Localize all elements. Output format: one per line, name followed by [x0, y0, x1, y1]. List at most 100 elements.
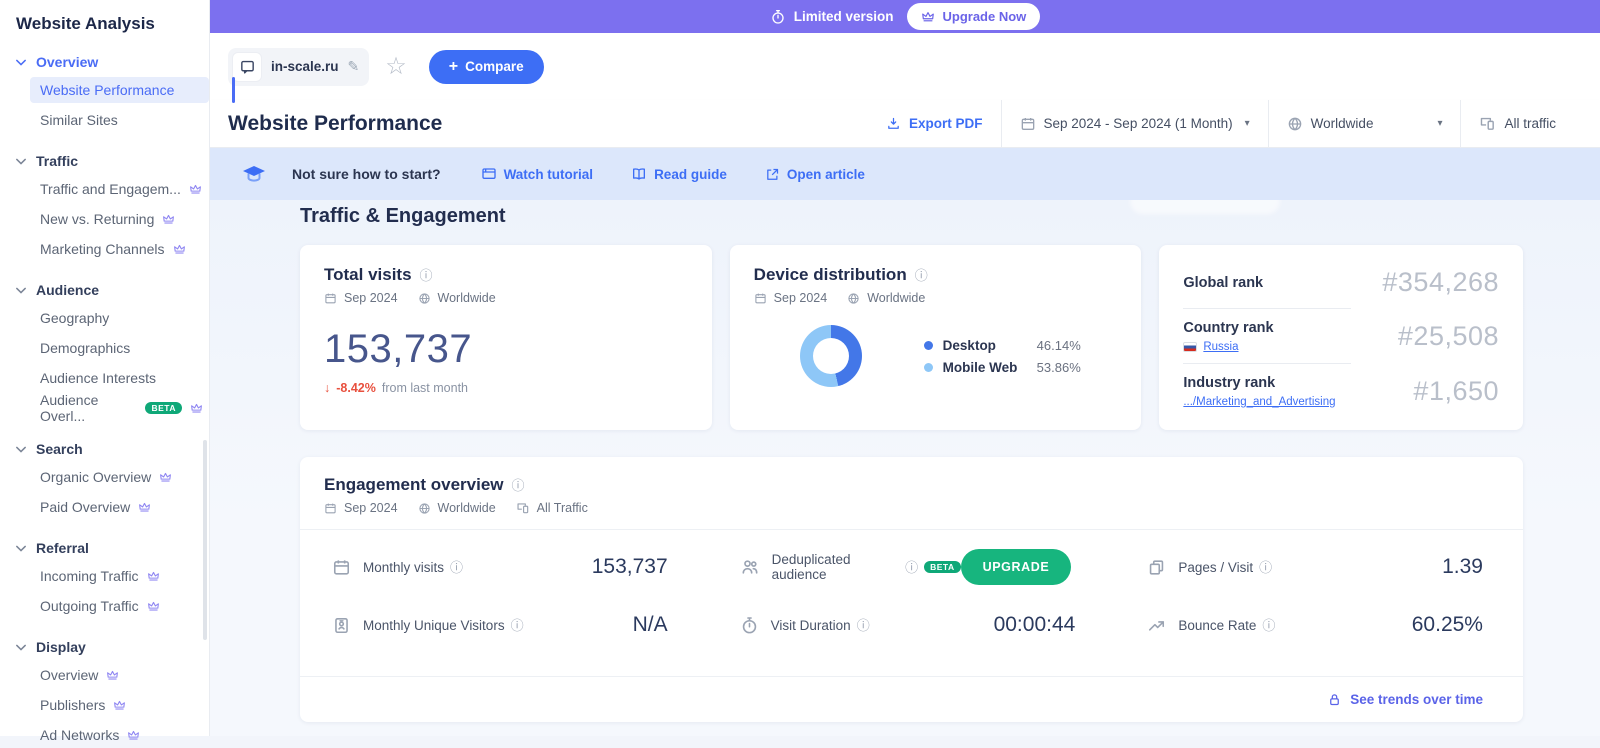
- chevron-down-icon: [16, 545, 26, 552]
- pages-per-visit-value: 1.39: [1442, 555, 1483, 579]
- read-guide-label: Read guide: [654, 167, 727, 182]
- info-icon[interactable]: ⓘ: [450, 561, 463, 574]
- sidebar-section-header-referral[interactable]: Referral: [0, 537, 209, 559]
- sidebar-item-label: Ad Networks: [40, 727, 119, 743]
- sidebar-item-label: Incoming Traffic: [40, 568, 139, 584]
- sidebar-item-label: Organic Overview: [40, 469, 151, 485]
- pages-icon: [1147, 558, 1166, 577]
- upgrade-now-button[interactable]: Upgrade Now: [907, 3, 1040, 30]
- card-region: Worldwide: [867, 291, 925, 305]
- info-icon[interactable]: ⓘ: [420, 269, 433, 282]
- metric-monthly-visits: Monthly visitsⓘ 153,737: [300, 538, 708, 596]
- card-date: Sep 2024: [344, 501, 398, 515]
- sidebar-item-paid-overview[interactable]: Paid Overview: [30, 494, 209, 520]
- info-icon[interactable]: ⓘ: [857, 619, 870, 632]
- domain-chip[interactable]: in-scale.ru ✎: [228, 48, 369, 86]
- section-title: Traffic & Engagement: [300, 200, 1523, 228]
- card-region: Worldwide: [438, 501, 496, 515]
- edit-pencil-icon[interactable]: ✎: [348, 58, 360, 75]
- sidebar-item-audience-interests[interactable]: Audience Interests: [30, 365, 209, 391]
- metric-label: Bounce Rate: [1178, 618, 1256, 633]
- calendar-icon: [324, 502, 337, 515]
- sidebar-item-label: Demographics: [40, 340, 130, 356]
- country-link[interactable]: Russia: [1203, 341, 1238, 353]
- compare-button[interactable]: + Compare: [429, 50, 544, 84]
- engagement-overview-card: Engagement overview ⓘ Sep 2024 Worldwide…: [300, 457, 1523, 722]
- sidebar-item-organic-overview[interactable]: Organic Overview: [30, 464, 209, 490]
- sidebar-item-label: Marketing Channels: [40, 241, 165, 257]
- stopwatch-icon: [740, 616, 759, 635]
- sidebar-item-label: Geography: [40, 310, 109, 326]
- sidebar-section-header-overview[interactable]: Overview: [0, 51, 209, 73]
- section-label: Audience: [36, 282, 99, 298]
- favorite-star-icon[interactable]: ☆: [385, 55, 407, 79]
- sidebar-item-similar-sites[interactable]: Similar Sites: [30, 107, 209, 133]
- rank-card: Global rank #354,268 Country rank Russia…: [1159, 245, 1523, 430]
- sidebar-section-header-search[interactable]: Search: [0, 438, 209, 460]
- sidebar-item-label: Similar Sites: [40, 112, 118, 128]
- sidebar-item-outgoing-traffic[interactable]: Outgoing Traffic: [30, 593, 209, 619]
- sidebar-item-incoming-traffic[interactable]: Incoming Traffic: [30, 563, 209, 589]
- metric-bounce-rate: Bounce Rateⓘ 60.25%: [1115, 596, 1523, 654]
- banner-question: Not sure how to start?: [292, 166, 441, 182]
- info-icon[interactable]: ⓘ: [1259, 561, 1272, 574]
- info-icon[interactable]: ⓘ: [915, 269, 928, 282]
- export-pdf-button[interactable]: Export PDF: [868, 100, 1001, 148]
- sidebar-section-referral: Referral Incoming Traffic Outgoing Traff…: [0, 537, 209, 619]
- open-article-link[interactable]: Open article: [765, 167, 865, 182]
- sidebar-item-demographics[interactable]: Demographics: [30, 335, 209, 361]
- sidebar-item-audience-overlap[interactable]: Audience Overl... BETA: [30, 395, 209, 421]
- info-icon[interactable]: ⓘ: [512, 479, 525, 492]
- limited-version-label-wrap: Limited version: [770, 9, 894, 25]
- people-icon: [740, 557, 760, 577]
- sidebar-item-traffic-engagement[interactable]: Traffic and Engagem...: [30, 176, 209, 202]
- sidebar-section-header-audience[interactable]: Audience: [0, 279, 209, 301]
- traffic-filter-selector[interactable]: All traffic: [1460, 100, 1600, 148]
- sidebar: Website Analysis Overview Website Perfor…: [0, 0, 210, 736]
- sidebar-item-geography[interactable]: Geography: [30, 305, 209, 331]
- info-icon[interactable]: ⓘ: [511, 619, 524, 632]
- sidebar-scrollbar[interactable]: [203, 440, 207, 640]
- sidebar-item-publishers[interactable]: Publishers: [30, 692, 209, 718]
- read-guide-link[interactable]: Read guide: [631, 166, 727, 182]
- upgrade-metric-button[interactable]: UPGRADE: [961, 549, 1072, 585]
- main-content: Traffic & Engagement Total visits ⓘ Sep …: [210, 200, 1600, 736]
- external-link-icon: [765, 167, 780, 182]
- sidebar-item-ad-networks[interactable]: Ad Networks: [30, 722, 209, 748]
- hover-tooltip-remnant: [1130, 200, 1280, 214]
- crown-icon: [921, 10, 935, 24]
- watch-tutorial-link[interactable]: Watch tutorial: [481, 166, 594, 182]
- sidebar-item-website-performance[interactable]: Website Performance: [30, 77, 209, 103]
- info-icon[interactable]: ⓘ: [905, 561, 918, 574]
- metric-label: Pages / Visit: [1178, 560, 1253, 575]
- info-icon[interactable]: ⓘ: [1262, 619, 1275, 632]
- crown-icon: [113, 699, 126, 712]
- sidebar-item-display-overview[interactable]: Overview: [30, 662, 209, 688]
- card-region: Worldwide: [438, 291, 496, 305]
- devices-icon: [1479, 115, 1496, 132]
- crown-icon: [173, 243, 186, 256]
- sidebar-item-marketing-channels[interactable]: Marketing Channels: [30, 236, 209, 262]
- total-visits-value: 153,737: [324, 327, 688, 372]
- industry-link[interactable]: .../Marketing_and_Advertising: [1183, 396, 1335, 408]
- legend-value: 46.14%: [1037, 338, 1081, 353]
- sidebar-section-header-traffic[interactable]: Traffic: [0, 150, 209, 172]
- rank-label: Global rank: [1183, 275, 1263, 291]
- sidebar-section-search: Search Organic Overview Paid Overview: [0, 438, 209, 520]
- page-title: Website Performance: [210, 112, 442, 136]
- sidebar-item-new-vs-returning[interactable]: New vs. Returning: [30, 206, 209, 232]
- calendar-icon: [324, 292, 337, 305]
- card-title: Total visits: [324, 265, 412, 285]
- crown-icon: [159, 471, 172, 484]
- region-selector[interactable]: Worldwide ▾: [1268, 100, 1461, 148]
- industry-rank-value: #1,650: [1413, 376, 1499, 407]
- legend-dot: [924, 363, 933, 372]
- see-trends-link[interactable]: See trends over time: [1350, 692, 1483, 707]
- date-range-selector[interactable]: Sep 2024 - Sep 2024 (1 Month) ▾: [1001, 100, 1268, 148]
- industry-rank-row: Industry rank .../Marketing_and_Advertis…: [1159, 364, 1523, 418]
- sidebar-section-display: Display Overview Publishers Ad Networks: [0, 636, 209, 748]
- country-rank-value: #25,508: [1398, 321, 1499, 352]
- sidebar-section-header-display[interactable]: Display: [0, 636, 209, 658]
- chevron-down-icon: ▾: [1437, 118, 1442, 129]
- page-header: Website Performance Export PDF Sep 2024 …: [210, 100, 1600, 148]
